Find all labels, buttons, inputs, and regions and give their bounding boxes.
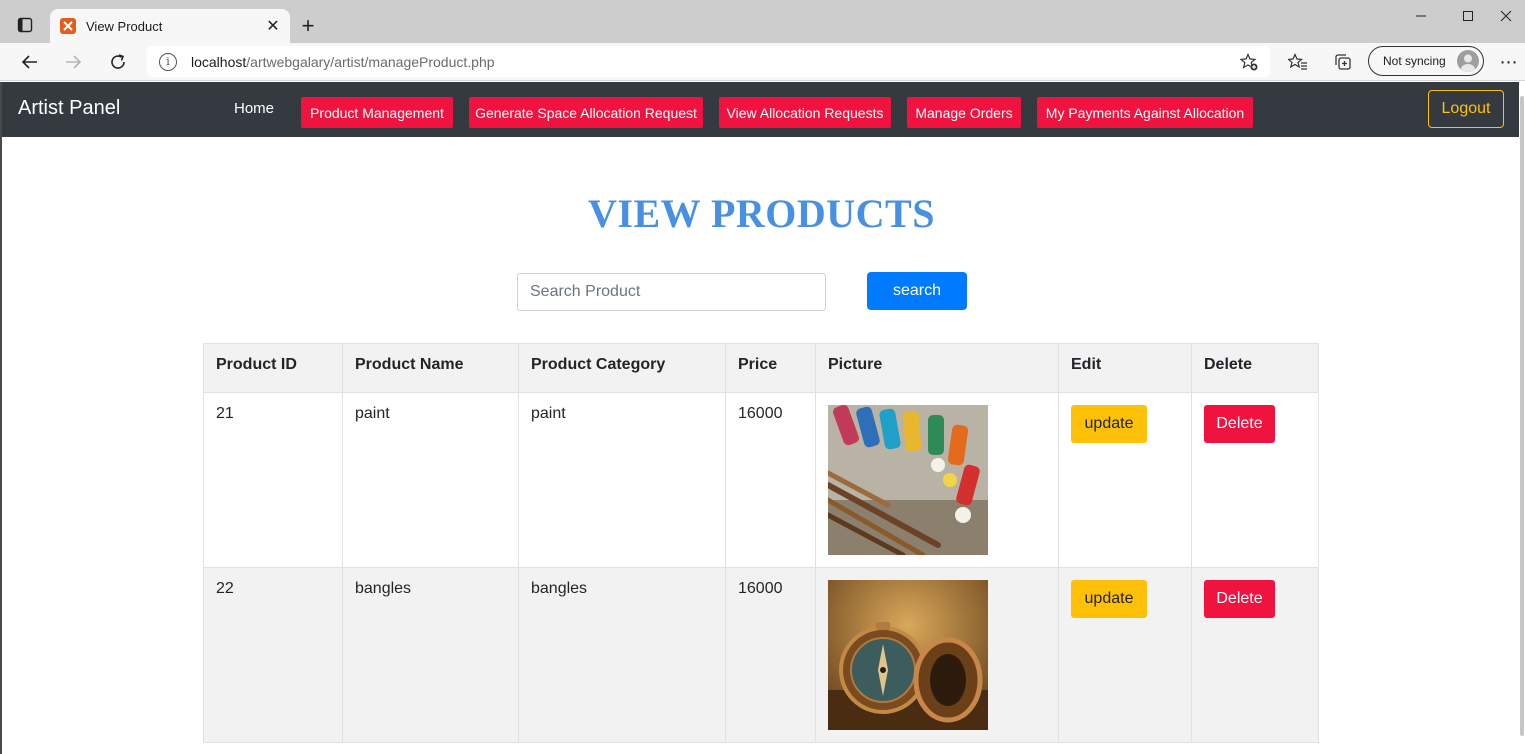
browser-tab-bar: View Product ✕ +: [0, 0, 1525, 43]
url-host: localhost: [191, 53, 247, 70]
cell-edit: update: [1058, 567, 1192, 743]
delete-button[interactable]: Delete: [1204, 405, 1275, 443]
site-info-icon[interactable]: i: [159, 52, 177, 71]
add-favorite-icon[interactable]: [1238, 51, 1260, 73]
cell-delete: Delete: [1191, 567, 1319, 743]
update-button[interactable]: update: [1071, 405, 1147, 443]
collections-icon[interactable]: [1328, 47, 1358, 77]
page-scrollbar[interactable]: [1519, 82, 1525, 754]
back-arrow-icon[interactable]: [15, 47, 45, 77]
nav-manage-orders[interactable]: Manage Orders: [907, 97, 1021, 128]
more-options-icon[interactable]: ⋯: [1496, 47, 1522, 77]
new-tab-icon[interactable]: +: [295, 13, 321, 39]
cell-picture: [815, 392, 1059, 568]
search-product-input[interactable]: [517, 273, 826, 311]
profile-button[interactable]: Not syncing: [1368, 46, 1484, 76]
cell-delete: Delete: [1191, 392, 1319, 568]
paint-tubes-and-brushes-image: [828, 405, 988, 555]
table-row: 21 paint paint 16000 update Delete: [203, 392, 1319, 568]
header-delete: Delete: [1191, 343, 1319, 393]
artist-navbar: Artist Panel Home Product Management Gen…: [2, 82, 1521, 137]
cell-price: 16000: [725, 392, 816, 568]
header-edit: Edit: [1058, 343, 1192, 393]
header-product-name: Product Name: [342, 343, 519, 393]
close-tab-icon[interactable]: ✕: [262, 15, 284, 37]
cell-price: 16000: [725, 567, 816, 743]
cell-product-name: paint: [342, 392, 519, 568]
address-bar[interactable]: i localhost/artwebgalary/artist/managePr…: [147, 46, 1270, 77]
url-text: localhost/artwebgalary/artist/manageProd…: [191, 54, 495, 70]
products-table: Product ID Product Name Product Category…: [203, 343, 1319, 743]
table-header-row: Product ID Product Name Product Category…: [203, 343, 1319, 393]
nav-home-link[interactable]: Home: [234, 100, 274, 117]
cell-product-category: bangles: [518, 567, 726, 743]
antique-compass-image: [828, 580, 988, 730]
browser-toolbar: i localhost/artwebgalary/artist/managePr…: [0, 43, 1525, 81]
url-path: /artwebgalary/artist/manageProduct.php: [246, 53, 495, 70]
header-price: Price: [725, 343, 816, 393]
browser-tab[interactable]: View Product ✕: [50, 9, 290, 43]
table-row: 22 bangles bangles 16000 update Delete: [203, 567, 1319, 743]
cell-product-name: bangles: [342, 567, 519, 743]
close-window-icon[interactable]: [1480, 0, 1525, 32]
forward-arrow-icon[interactable]: [58, 47, 88, 77]
tab-actions-icon[interactable]: [10, 12, 40, 38]
nav-my-payments-against-allocation[interactable]: My Payments Against Allocation: [1037, 97, 1253, 128]
page-title: VIEW PRODUCTS: [588, 191, 935, 236]
avatar-icon: [1457, 50, 1479, 72]
update-button[interactable]: update: [1071, 580, 1147, 618]
tab-title: View Product: [86, 18, 163, 34]
nav-product-management[interactable]: Product Management: [301, 97, 453, 128]
delete-button[interactable]: Delete: [1204, 580, 1275, 618]
cell-picture: [815, 567, 1059, 743]
minimize-icon[interactable]: [1395, 0, 1447, 32]
scrollbar-thumb[interactable]: [1520, 96, 1524, 736]
cell-product-id: 21: [203, 392, 343, 568]
header-product-category: Product Category: [518, 343, 726, 393]
header-picture: Picture: [815, 343, 1059, 393]
logout-button[interactable]: Logout: [1428, 90, 1504, 128]
refresh-icon[interactable]: [103, 47, 133, 77]
nav-generate-space-allocation-request[interactable]: Generate Space Allocation Request: [469, 97, 703, 128]
cell-product-category: paint: [518, 392, 726, 568]
header-product-id: Product ID: [203, 343, 343, 393]
cell-product-id: 22: [203, 567, 343, 743]
cell-edit: update: [1058, 392, 1192, 568]
page-viewport: Artist Panel Home Product Management Gen…: [0, 82, 1525, 754]
xampp-favicon-icon: [60, 18, 76, 34]
nav-view-allocation-requests[interactable]: View Allocation Requests: [719, 97, 891, 128]
search-button[interactable]: search: [867, 272, 967, 310]
profile-status-label: Not syncing: [1383, 54, 1446, 68]
favorites-icon[interactable]: [1283, 47, 1313, 77]
navbar-brand[interactable]: Artist Panel: [18, 97, 120, 120]
